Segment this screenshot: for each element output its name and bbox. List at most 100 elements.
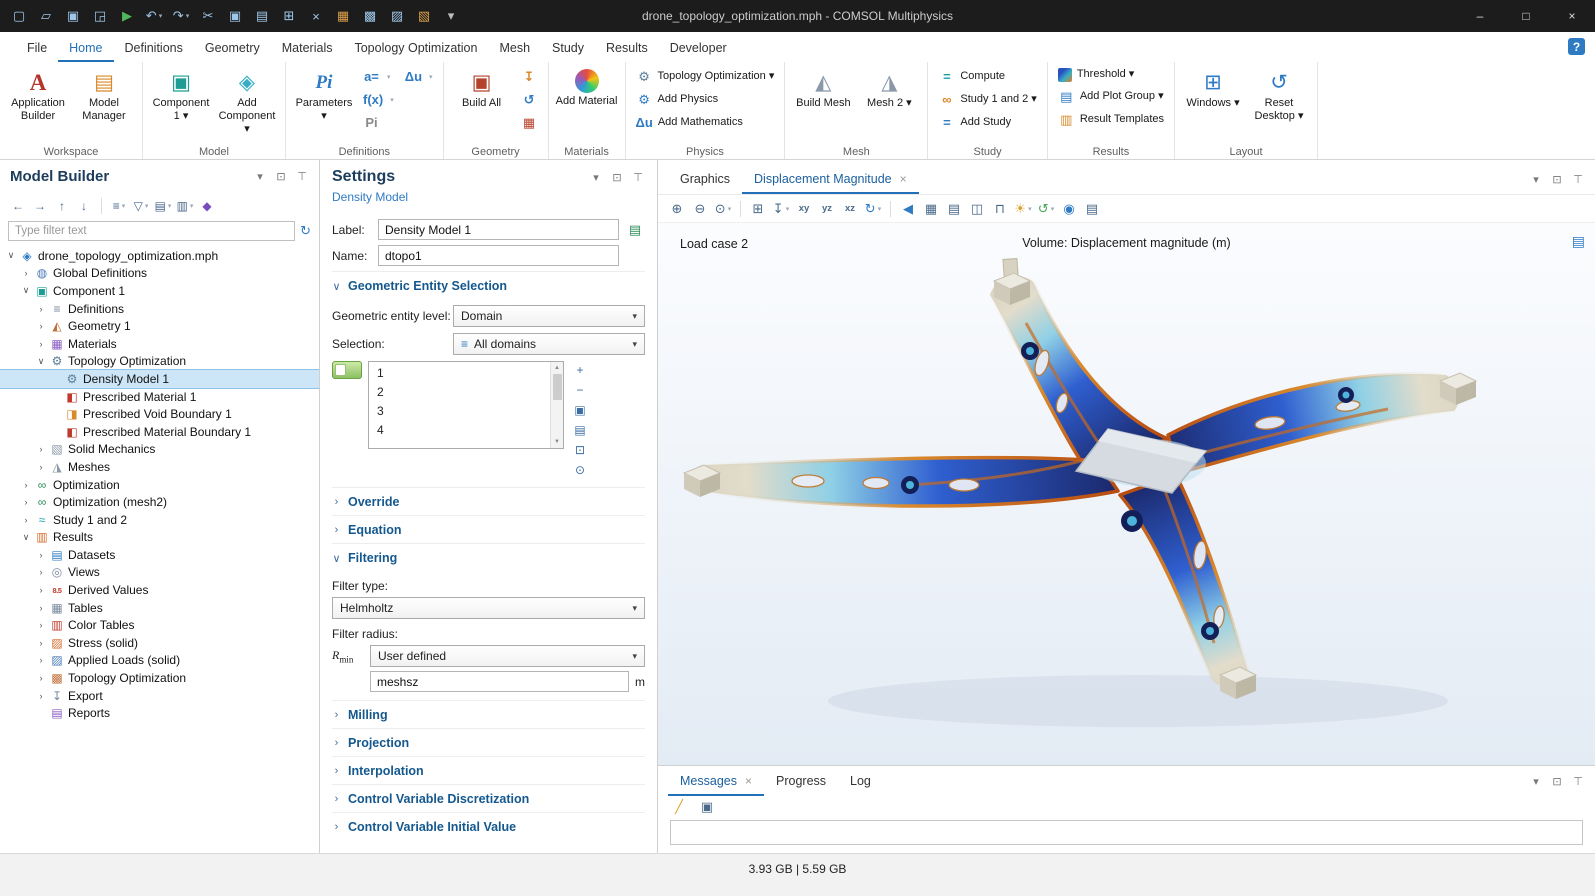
tree-toggle-icon[interactable]: ∨	[21, 532, 31, 543]
functions-button[interactable]: f(x)▾	[359, 88, 398, 111]
tree-toggle-icon[interactable]: ›	[36, 691, 46, 701]
tree-item-reports[interactable]: ▤Reports	[0, 704, 319, 722]
tree-toggle-icon[interactable]: ›	[36, 638, 46, 648]
selection-list-item[interactable]: 4	[369, 420, 550, 439]
remove-details-icon[interactable]: ▦	[517, 111, 542, 134]
tree-item-prescribed-material-boundary-1[interactable]: ◧Prescribed Material Boundary 1	[0, 423, 319, 441]
orientation-icon[interactable]: ↧▾	[770, 198, 792, 220]
menu-tab-definitions[interactable]: Definitions	[114, 35, 194, 62]
paste-selection-icon[interactable]: ▤	[570, 421, 590, 439]
redo-icon[interactable]: ↷▾	[168, 4, 194, 28]
parameter-case-button[interactable]: Pi	[359, 111, 398, 134]
tree-item-tables[interactable]: ›▦Tables	[0, 599, 319, 617]
tree-item-definitions[interactable]: ›≡Definitions	[0, 300, 319, 318]
show-options-icon[interactable]: ≡▾	[109, 196, 129, 216]
section-projection[interactable]: ›Projection	[332, 728, 645, 756]
cut-icon[interactable]: ✂	[195, 4, 221, 28]
lock-icon[interactable]: ⊓	[989, 198, 1011, 220]
environment-icon[interactable]: ↺▾	[1035, 198, 1057, 220]
tree-toggle-icon[interactable]: ›	[36, 655, 46, 665]
panel-detach-icon[interactable]: ⊡	[1550, 774, 1564, 788]
go-to-default-view-icon[interactable]: ⊞	[747, 198, 769, 220]
gfx-tab-displacement-magnitude[interactable]: Displacement Magnitude×	[742, 164, 919, 194]
tree-item-derived-values[interactable]: ›8.5Derived Values	[0, 581, 319, 599]
zoom-extents-icon[interactable]: ⊙▾	[712, 198, 734, 220]
close-tab-icon[interactable]: ×	[900, 172, 907, 186]
add-plot-group-button[interactable]: ▤Add Plot Group ▾	[1054, 85, 1168, 108]
panel-menu-icon[interactable]: ▾	[1529, 774, 1543, 788]
tree-toggle-icon[interactable]: ›	[36, 585, 46, 595]
msg-tab-messages[interactable]: Messages×	[668, 766, 764, 796]
label-field[interactable]	[378, 219, 619, 240]
mesh-toolbar-icon[interactable]: ▩	[357, 4, 383, 28]
copy-selection-icon[interactable]: ▣	[570, 401, 590, 419]
entity-level-dropdown[interactable]: Domain	[453, 305, 645, 327]
graphics-canvas[interactable]: Load case 2 Volume: Displacement magnitu…	[658, 223, 1595, 765]
plot-toolbar-icon[interactable]: ▨	[384, 4, 410, 28]
back-icon[interactable]: ←	[8, 196, 28, 216]
tree-item-topology-optimization[interactable]: ∨⚙Topology Optimization	[0, 353, 319, 371]
view-yz-icon[interactable]: yz	[816, 198, 838, 220]
filter-type-dropdown[interactable]: Helmholtz	[332, 597, 645, 619]
add-mathematics-button[interactable]: ΔuAdd Mathematics	[632, 111, 779, 134]
tree-toggle-icon[interactable]: ›	[36, 620, 46, 630]
tree-item-study-1-and-2[interactable]: ›≈Study 1 and 2	[0, 511, 319, 529]
show-legends-icon[interactable]: ▤	[943, 198, 965, 220]
menu-tab-results[interactable]: Results	[595, 35, 659, 62]
topology-optimization-button[interactable]: ⚙Topology Optimization ▾	[632, 65, 779, 88]
move-down-icon[interactable]: ↓	[74, 196, 94, 216]
go-to-node-icon[interactable]: ◆	[197, 196, 217, 216]
tree-toggle-icon[interactable]: ›	[36, 339, 46, 349]
tree-toggle-icon[interactable]: ›	[36, 673, 46, 683]
threshold-button[interactable]: Threshold ▾	[1054, 65, 1168, 85]
panel-pin-icon[interactable]: ⊤	[1571, 774, 1585, 788]
copy-icon[interactable]: ▣	[222, 4, 248, 28]
tree-toggle-icon[interactable]: ›	[21, 497, 31, 507]
view-xy-icon[interactable]: xy	[793, 198, 815, 220]
menu-tab-mesh[interactable]: Mesh	[488, 35, 541, 62]
add-physics-button[interactable]: ⚙Add Physics	[632, 88, 779, 111]
zoom-in-icon[interactable]: ⊕	[666, 198, 688, 220]
panel-detach-icon[interactable]: ⊡	[610, 170, 624, 184]
compute-button[interactable]: =Compute	[934, 65, 1040, 88]
new-file-icon[interactable]: ▢	[6, 4, 32, 28]
selection-list-item[interactable]: 2	[369, 382, 550, 401]
update-view-icon[interactable]: ↻▾	[862, 198, 884, 220]
variables-button[interactable]: a=▾	[359, 65, 398, 88]
tree-toggle-icon[interactable]: ›	[21, 515, 31, 525]
tree-toggle-icon[interactable]: ›	[36, 304, 46, 314]
close-tab-icon[interactable]: ×	[745, 774, 752, 788]
section-equation[interactable]: ›Equation	[332, 515, 645, 543]
selection-list-item[interactable]: 1	[369, 363, 550, 382]
tree-item-export[interactable]: ›↧Export	[0, 687, 319, 705]
menu-tab-developer[interactable]: Developer	[659, 35, 738, 62]
preview-icon[interactable]: ◲	[87, 4, 113, 28]
tree-item-prescribed-void-boundary-1[interactable]: ◨Prescribed Void Boundary 1	[0, 405, 319, 423]
gfx-tab-graphics[interactable]: Graphics	[668, 164, 742, 194]
filter-radius-dropdown[interactable]: User defined	[370, 645, 645, 667]
parameters-button[interactable]: PiParameters ▾	[292, 65, 356, 125]
duplicate-icon[interactable]: ⊞	[276, 4, 302, 28]
tree-item-prescribed-material-1[interactable]: ◧Prescribed Material 1	[0, 388, 319, 406]
print-icon[interactable]: ▤	[1081, 198, 1103, 220]
msg-tab-log[interactable]: Log	[838, 766, 883, 796]
tree-item-views[interactable]: ›◎Views	[0, 564, 319, 582]
tree-toggle-icon[interactable]: ›	[36, 444, 46, 454]
msg-tab-progress[interactable]: Progress	[764, 766, 838, 796]
customize-toolbar-icon[interactable]: ▾	[438, 4, 464, 28]
run-icon[interactable]: ▶	[114, 4, 140, 28]
windows-button[interactable]: ⊞Windows ▾	[1181, 65, 1245, 125]
tree-item-materials[interactable]: ›▦Materials	[0, 335, 319, 353]
paste-icon[interactable]: ▤	[249, 4, 275, 28]
livelink-icon[interactable]: ↺	[517, 88, 542, 111]
expand-all-icon[interactable]: ▥▾	[175, 196, 195, 216]
tree-item-stress-solid[interactable]: ›▨Stress (solid)	[0, 634, 319, 652]
import-geometry-icon[interactable]: ↧	[517, 65, 542, 88]
application-builder-button[interactable]: AApplication Builder	[6, 65, 70, 125]
filter-input[interactable]	[8, 221, 295, 241]
section-filtering[interactable]: ∨ Filtering	[332, 543, 645, 571]
name-field[interactable]	[378, 245, 619, 266]
scroll-up-icon[interactable]: ▲	[554, 362, 560, 374]
build-all-button[interactable]: ▣Build All	[450, 65, 514, 112]
menu-tab-file[interactable]: File	[16, 35, 58, 62]
